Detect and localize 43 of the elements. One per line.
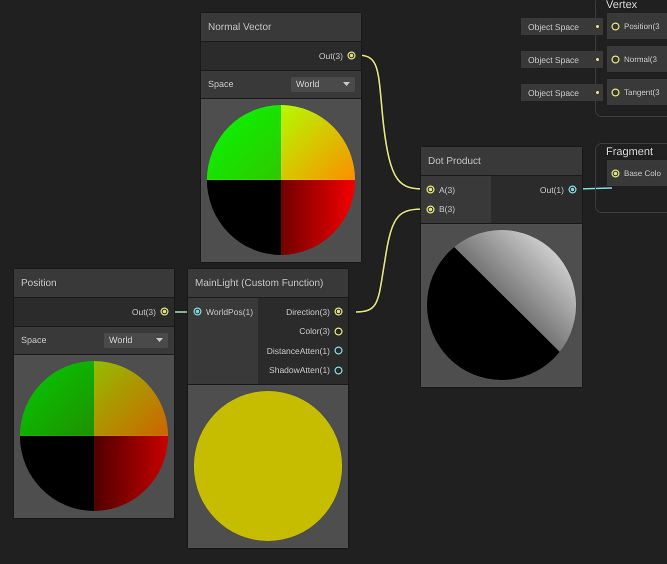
port-icon[interactable] <box>611 88 620 96</box>
control-label: Space <box>208 79 234 89</box>
block-slot[interactable]: Position(3 <box>607 13 667 39</box>
port-icon[interactable] <box>193 307 202 316</box>
port-label: Color(3) <box>299 326 330 336</box>
control-label: Space <box>21 335 47 345</box>
node-title: Dot Product <box>421 147 582 176</box>
port-icon[interactable] <box>611 54 620 64</box>
port-label: Out(3) <box>318 50 343 61</box>
property-pill[interactable]: Object Space <box>521 51 603 68</box>
port-icon[interactable] <box>334 366 343 375</box>
node-title: Normal Vector <box>201 13 361 42</box>
port-icon[interactable] <box>426 204 435 214</box>
context-title: Vertex <box>606 0 638 11</box>
port-icon[interactable] <box>160 307 169 316</box>
port-label: B(3) <box>439 204 456 214</box>
port-icon[interactable] <box>347 51 356 60</box>
port-icon[interactable] <box>426 185 435 194</box>
caret-icon <box>343 82 350 86</box>
port-icon[interactable] <box>568 185 577 194</box>
property-pill[interactable]: Object Space <box>521 84 603 101</box>
port-icon[interactable] <box>334 326 343 336</box>
space-dropdown[interactable]: World <box>291 76 355 92</box>
port-label: Out(1) <box>540 184 564 195</box>
block-slot[interactable]: Normal(3 <box>607 46 667 72</box>
block-slot[interactable]: Base Colo <box>607 160 667 186</box>
port-icon[interactable] <box>611 22 620 30</box>
port-icon[interactable] <box>611 168 620 178</box>
space-dropdown[interactable]: World <box>104 332 168 348</box>
caret-icon <box>156 338 163 342</box>
node-title: MainLight (Custom Function) <box>188 269 348 298</box>
port-label: DistanceAtten(1) <box>266 346 330 356</box>
port-icon[interactable] <box>334 346 343 356</box>
node-title: Position <box>14 269 174 298</box>
port-label: WorldPos(1) <box>206 306 254 317</box>
port-label: Direction(3) <box>286 306 330 317</box>
block-slot[interactable]: Tangent(3 <box>607 79 667 105</box>
context-title: Fragment <box>606 146 654 158</box>
property-pill[interactable]: Object Space <box>521 18 603 35</box>
port-icon[interactable] <box>334 307 343 316</box>
port-label: A(3) <box>439 184 456 195</box>
port-label: Out(3) <box>132 306 156 317</box>
port-label: ShadowAtten(1) <box>269 365 330 376</box>
